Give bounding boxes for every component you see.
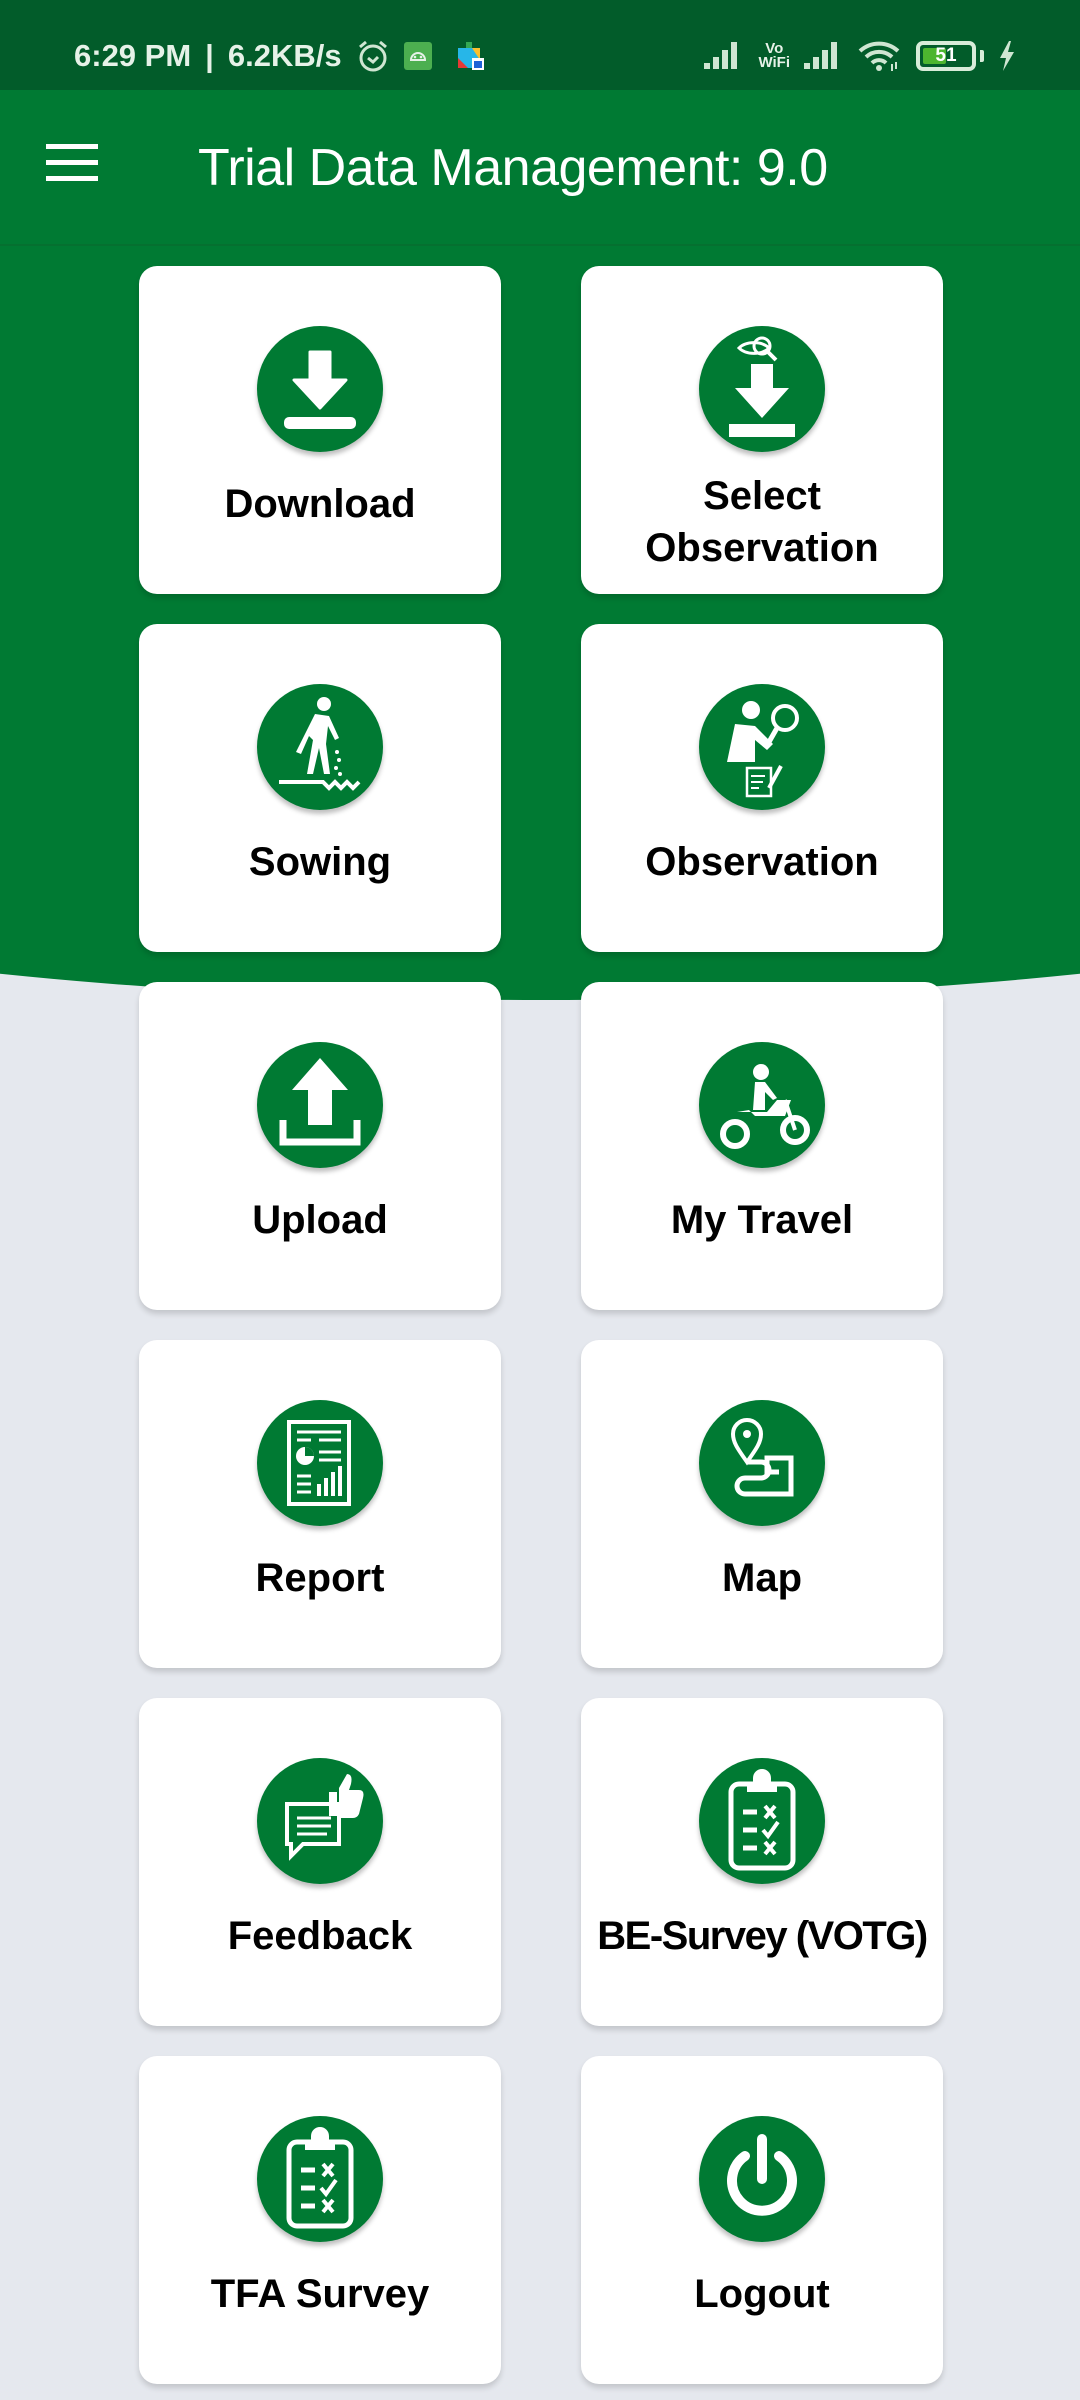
download-tile[interactable]: Download [139, 266, 501, 594]
select-observation-icon [699, 326, 825, 452]
vowifi-bottom: WiFi [758, 54, 790, 71]
charging-icon [998, 41, 1016, 71]
wifi-icon [858, 40, 902, 72]
tile-label: Select Observation [581, 470, 943, 574]
tile-label: My Travel [670, 1198, 854, 1242]
tile-label: Observation [645, 840, 879, 884]
motorcycle-icon [699, 1042, 825, 1168]
signal-icon [804, 41, 844, 71]
my-travel-tile[interactable]: My Travel [581, 982, 943, 1310]
battery-nub [980, 50, 984, 62]
clipboard-checklist-icon [699, 1758, 825, 1884]
hamburger-menu-icon[interactable] [46, 144, 102, 188]
status-network-speed: 6.2KB/s [227, 38, 342, 73]
tile-label: Sowing [248, 840, 392, 884]
clipboard-checklist-icon [257, 2116, 383, 2242]
tile-label: Feedback [227, 1914, 413, 1958]
app-title: Trial Data Management: 9.0 [198, 139, 828, 197]
report-icon [257, 1400, 383, 1526]
upload-icon [257, 1042, 383, 1168]
battery-level: 51 [935, 45, 957, 66]
status-separator: | [205, 38, 214, 73]
report-tile[interactable]: Report [139, 1340, 501, 1668]
sowing-icon [257, 684, 383, 810]
select-observation-tile[interactable]: Select Observation [581, 266, 943, 594]
status-bar: 6:29 PM | 6.2KB/s Vo WiFi 51 [0, 0, 1080, 90]
power-icon [699, 2116, 825, 2242]
map-tile[interactable]: Map [581, 1340, 943, 1668]
alarm-icon [356, 39, 390, 73]
sowing-tile[interactable]: Sowing [139, 624, 501, 952]
observation-icon [699, 684, 825, 810]
battery-icon: 51 [916, 41, 976, 71]
tfa-survey-tile[interactable]: TFA Survey [139, 2056, 501, 2384]
tile-label-line1: Select [703, 474, 821, 518]
feedback-icon [257, 1758, 383, 1884]
android-app-icon [403, 42, 432, 70]
tile-label: Logout [694, 2272, 830, 2316]
feedback-tile[interactable]: Feedback [139, 1698, 501, 2026]
observation-tile[interactable]: Observation [581, 624, 943, 952]
tile-label: Upload [252, 1198, 388, 1242]
tile-label: BE-Survey (VOTG) [597, 1914, 928, 1958]
logout-tile[interactable]: Logout [581, 2056, 943, 2384]
tile-label: Download [224, 482, 416, 526]
map-route-icon [699, 1400, 825, 1526]
vowifi-icon: Vo WiFi [758, 41, 790, 71]
upload-tile[interactable]: Upload [139, 982, 501, 1310]
play-services-icon [456, 40, 486, 72]
tile-label: Map [722, 1556, 802, 1600]
be-survey-tile[interactable]: BE-Survey (VOTG) [581, 1698, 943, 2026]
tile-label: Report [255, 1556, 385, 1600]
app-bar: Trial Data Management: 9.0 [0, 90, 1080, 246]
download-icon [257, 326, 383, 452]
signal-icon [704, 41, 744, 71]
menu-grid: Download Select Observation Sowing Obser… [139, 266, 943, 2384]
status-time: 6:29 PM [74, 38, 192, 73]
tile-label-line2: Observation [645, 526, 879, 570]
tile-label: TFA Survey [210, 2272, 430, 2316]
